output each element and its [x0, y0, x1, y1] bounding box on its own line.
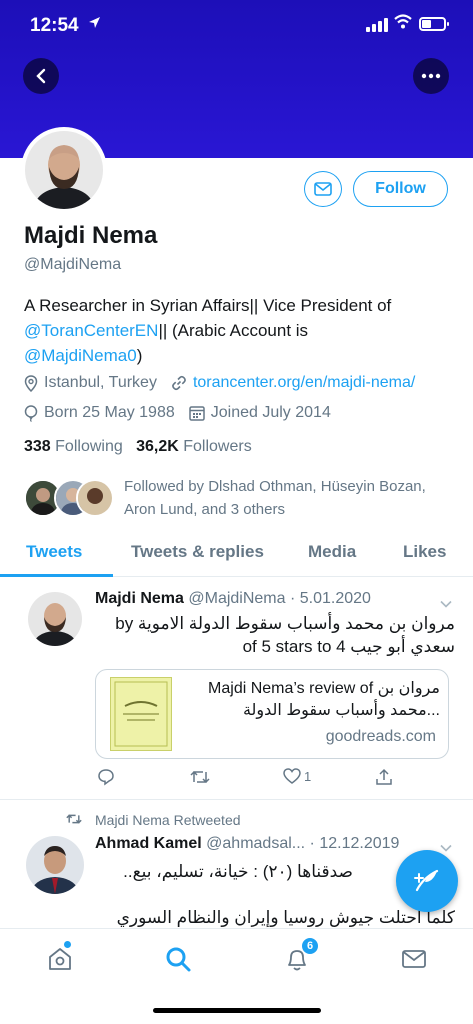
- profile-meta-row: Istanbul, Turkey torancenter.org/en/majd…: [24, 374, 415, 392]
- follow-counts: 338 Following 36,2K Followers: [24, 438, 252, 456]
- chevron-down-icon[interactable]: [440, 598, 452, 610]
- bio-mention-toran[interactable]: @ToranCenterEN: [24, 321, 158, 340]
- retweet-label[interactable]: Majdi Nema Retweeted: [95, 812, 241, 828]
- retweet-icon: [190, 770, 210, 784]
- tweet-avatar[interactable]: [26, 836, 84, 894]
- bio-text: || (Arabic Account is: [158, 321, 309, 340]
- profile-location: Istanbul, Turkey: [44, 374, 157, 391]
- tweet-text: مروان بن محمد وأسباب سقوط الدولة الاموية…: [115, 614, 455, 656]
- retweet-button[interactable]: [190, 768, 210, 786]
- like-count: 1: [304, 769, 312, 784]
- wifi-icon: [394, 14, 412, 32]
- follow-button[interactable]: Follow: [353, 171, 448, 207]
- tab-tweets[interactable]: Tweets: [26, 542, 82, 562]
- location-pin-icon: [24, 374, 38, 392]
- profile-website-link[interactable]: torancenter.org/en/majdi-nema/: [193, 374, 415, 392]
- tweet-text: كلما احتلت جيوش روسيا وإيران والنظام الس…: [116, 908, 455, 927]
- link-icon: [171, 375, 187, 391]
- message-button[interactable]: [304, 171, 342, 207]
- avatar: [76, 479, 114, 517]
- tab-media[interactable]: Media: [308, 542, 356, 562]
- share-button[interactable]: [375, 768, 393, 786]
- compose-tweet-button[interactable]: [396, 850, 458, 912]
- bio-mention-arabic-account[interactable]: @MajdiNema0: [24, 346, 137, 365]
- tweet-text: صدقناها (٢٠) : خيانة، تسليم، بيع..: [123, 862, 353, 881]
- home-icon: [49, 948, 71, 970]
- like-button[interactable]: 1: [283, 768, 311, 785]
- status-bar: 12:54: [0, 0, 473, 52]
- battery-icon: [419, 17, 449, 31]
- chevron-down-icon[interactable]: [440, 842, 452, 854]
- card-title: Majdi Nema’s review of مروان بن محمد وأس…: [208, 680, 440, 719]
- tweet-actions: 1: [95, 768, 395, 792]
- profile-tabs: Tweets Tweets & replies Media Likes: [0, 532, 473, 577]
- home-new-indicator: [64, 941, 71, 948]
- profile-name: Majdi Nema: [24, 222, 158, 249]
- followed-by-text[interactable]: Followed by Dlshad Othman, Hüseyin Bozan…: [124, 475, 444, 521]
- signal-icon: [366, 18, 388, 32]
- following-label: Following: [55, 438, 123, 455]
- profile-birthdate: Born 25 May 1988: [44, 404, 175, 421]
- book-cover-image: [110, 677, 172, 751]
- envelope-icon: [314, 182, 332, 196]
- nav-search[interactable]: [164, 945, 192, 973]
- more-dots-icon: [421, 73, 441, 79]
- back-arrow-icon: [36, 68, 46, 84]
- calendar-icon: [189, 405, 205, 421]
- following-count-link[interactable]: 338 Following: [24, 438, 123, 455]
- tweet-avatar[interactable]: [28, 592, 82, 646]
- followers-count: 36,2K: [136, 438, 179, 455]
- status-time: 12:54: [30, 15, 79, 36]
- tweet-header: Ahmad Kamel @ahmadsal... · 12.12.2019: [95, 835, 399, 853]
- bio-text: ): [136, 346, 143, 365]
- heart-icon: [283, 768, 301, 784]
- link-preview-card[interactable]: Majdi Nema’s review of مروان بن محمد وأس…: [95, 669, 449, 759]
- share-icon: [376, 768, 392, 785]
- nav-home[interactable]: [46, 945, 74, 973]
- search-icon: [166, 947, 191, 972]
- home-indicator: [153, 1008, 321, 1013]
- back-button[interactable]: [23, 58, 59, 94]
- reply-button[interactable]: [97, 768, 115, 786]
- tweet-author-name[interactable]: Majdi Nema: [95, 590, 184, 607]
- card-domain: goodreads.com: [325, 728, 436, 745]
- tweet-header: Majdi Nema @MajdiNema · 5.01.2020: [95, 590, 371, 608]
- followers-label: Followers: [183, 438, 252, 455]
- profile-avatar[interactable]: [21, 127, 107, 213]
- bio-text: A Researcher in Syrian Affairs|| Vice Pr…: [24, 296, 392, 315]
- followed-by-avatars[interactable]: [24, 479, 114, 519]
- envelope-icon: [402, 950, 426, 968]
- tab-likes[interactable]: Likes: [403, 542, 446, 562]
- profile-bio: A Researcher in Syrian Affairs|| Vice Pr…: [24, 293, 454, 368]
- tweet-author-name[interactable]: Ahmad Kamel: [95, 835, 202, 852]
- compose-feather-icon: [414, 869, 439, 892]
- reply-icon: [98, 769, 114, 786]
- tweet[interactable]: Majdi Nema @MajdiNema · 5.01.2020 مروان …: [0, 578, 473, 800]
- profile-handle: @MajdiNema: [24, 256, 122, 273]
- tweet-author-handle: @ahmadsal... · 12.12.2019: [206, 835, 400, 852]
- active-tab-indicator: [0, 574, 113, 577]
- followers-count-link[interactable]: 36,2K Followers: [136, 438, 252, 455]
- tab-tweets-replies[interactable]: Tweets & replies: [131, 542, 264, 562]
- profile-joined-date: Joined July 2014: [210, 404, 331, 421]
- profile-meta-row: Born 25 May 1988 Joined July 2014: [24, 404, 331, 422]
- following-count: 338: [24, 438, 51, 455]
- location-arrow-icon: [88, 16, 101, 33]
- tweet-author-handle: @MajdiNema · 5.01.2020: [188, 590, 371, 607]
- nav-messages[interactable]: [400, 945, 428, 973]
- birthday-balloon-icon: [24, 404, 38, 422]
- more-options-button[interactable]: [413, 58, 449, 94]
- retweet-icon: [66, 814, 82, 824]
- notifications-badge: 6: [301, 937, 319, 955]
